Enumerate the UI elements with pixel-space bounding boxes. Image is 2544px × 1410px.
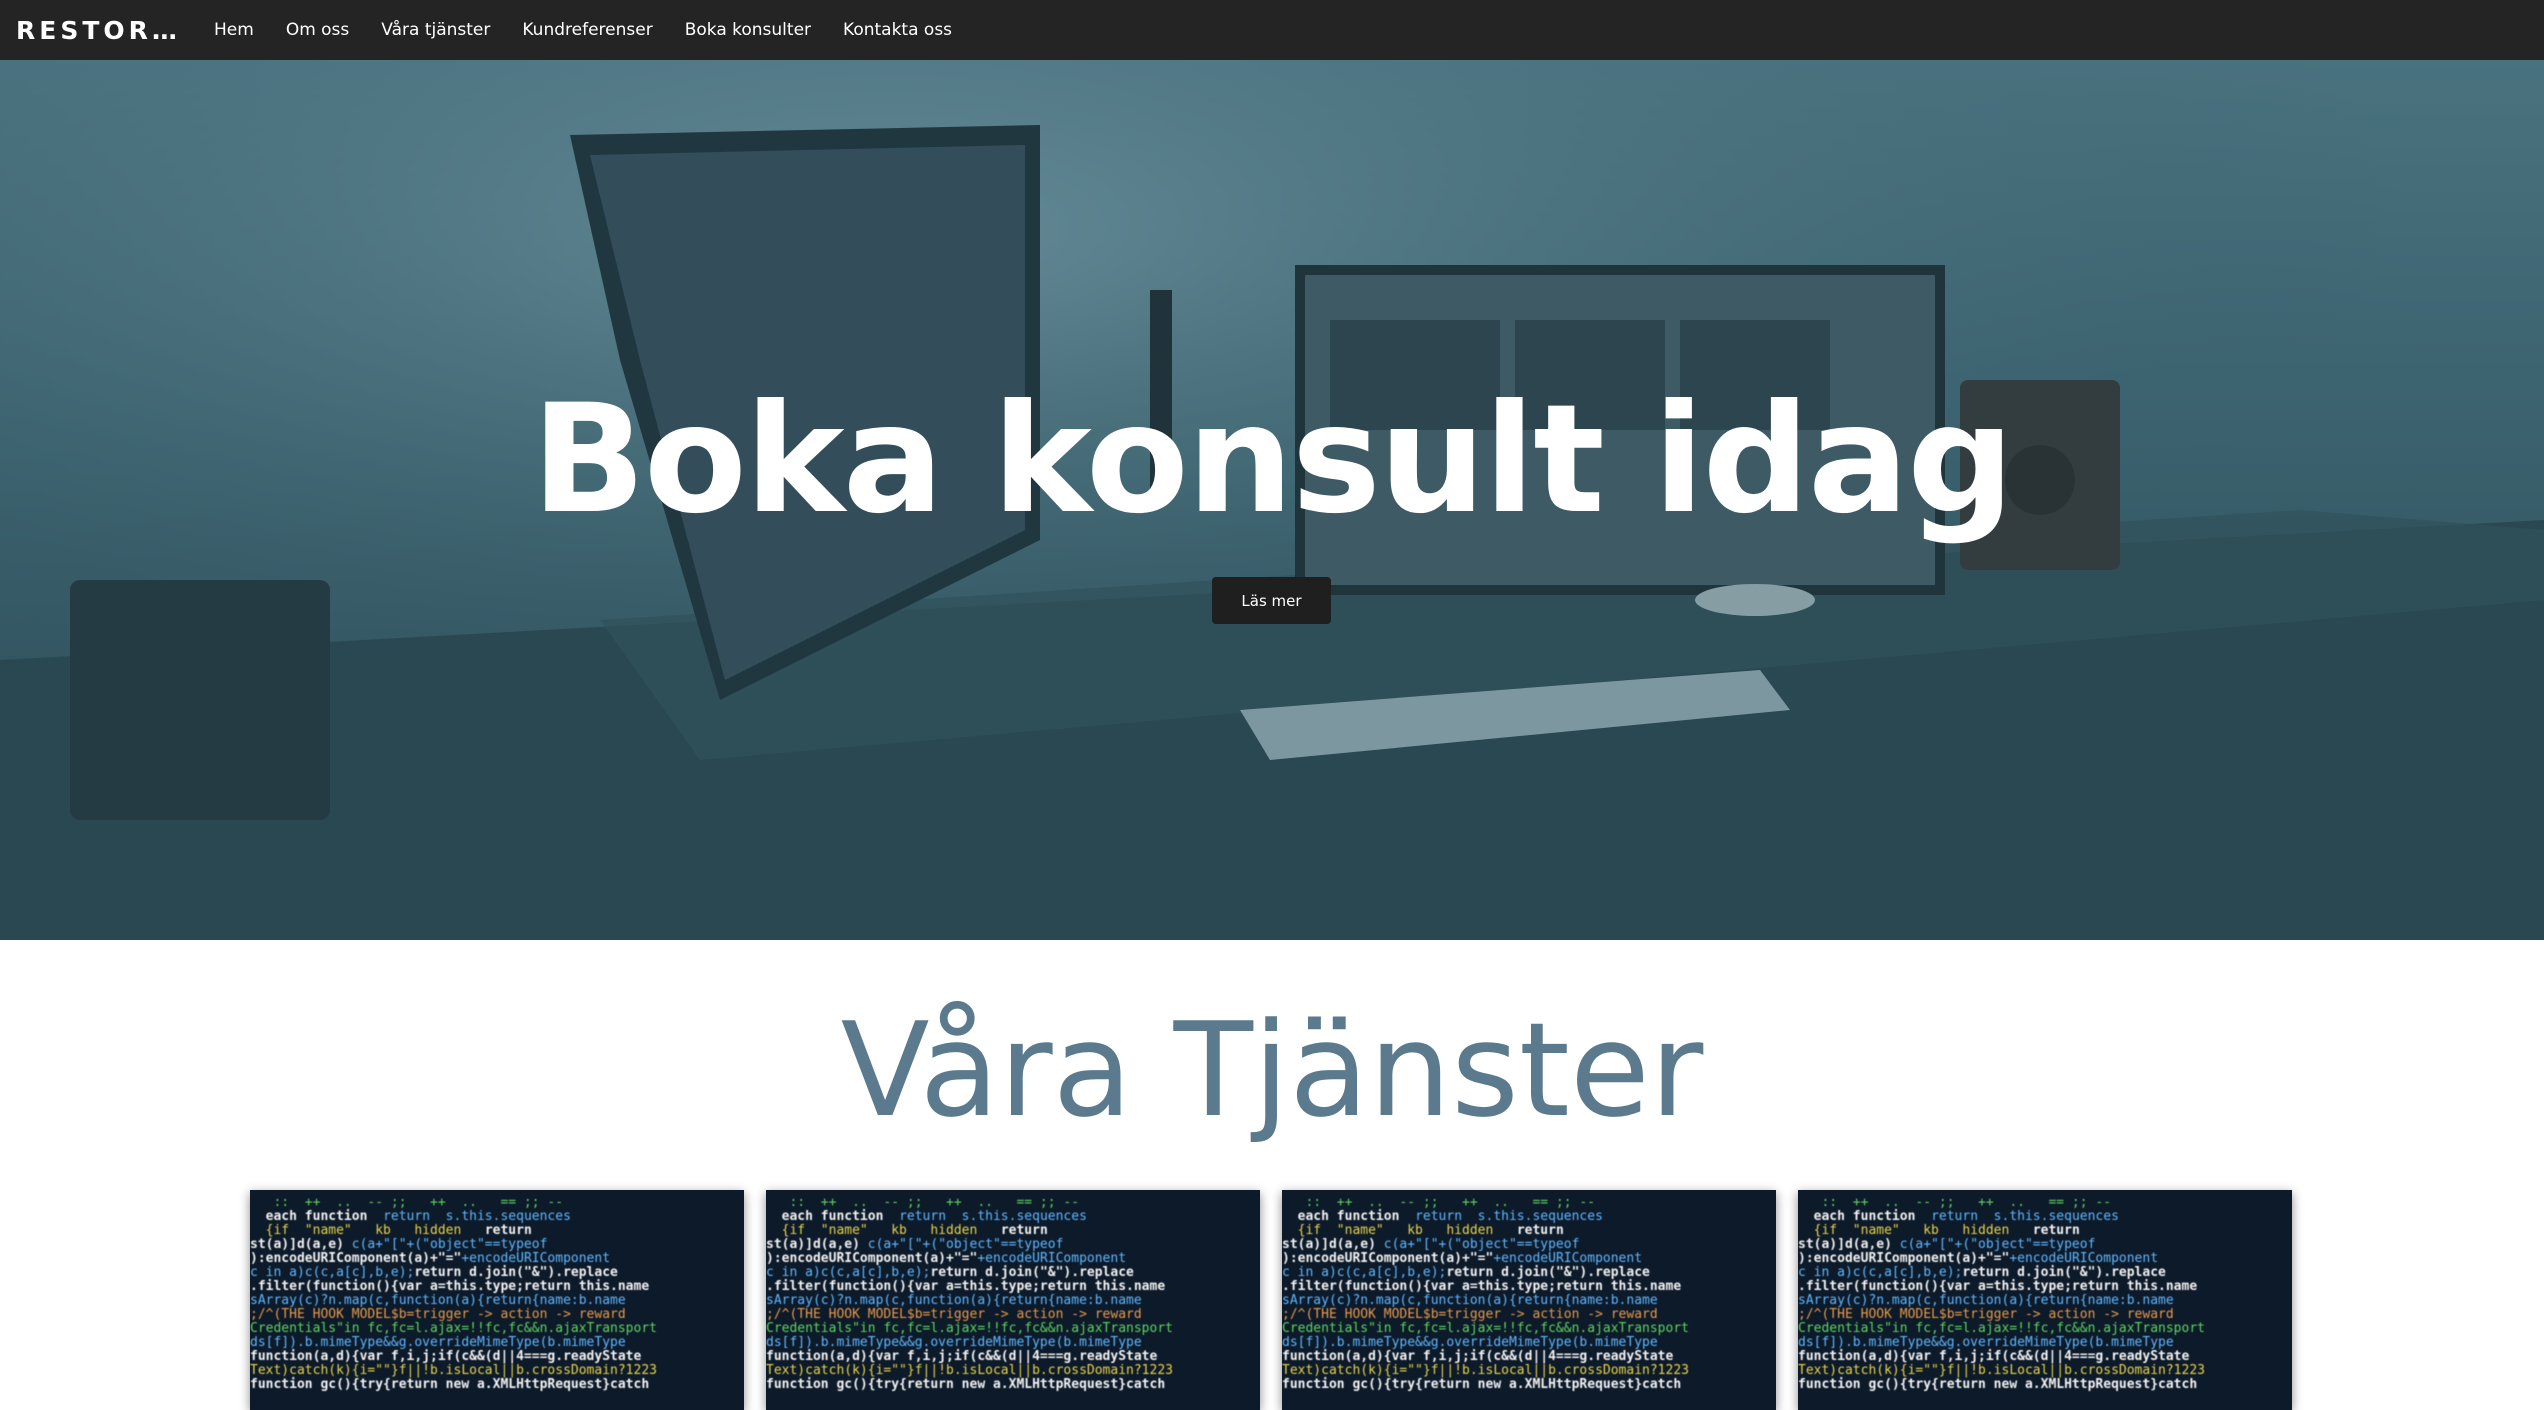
services-cards: :: ++ .. -- ;; ++ .. == ;; -- each funct… bbox=[250, 1190, 2292, 1410]
read-more-button[interactable]: Läs mer bbox=[1212, 577, 1331, 624]
service-card-1[interactable]: :: ++ .. -- ;; ++ .. == ;; -- each funct… bbox=[250, 1190, 744, 1410]
nav-link-kontakta-oss[interactable]: Kontakta oss bbox=[843, 20, 952, 40]
code-screen-image: :: ++ .. -- ;; ++ .. == ;; -- each funct… bbox=[1282, 1195, 1689, 1392]
top-navbar: RESTOR… Hem Om oss Våra tjänster Kundref… bbox=[0, 0, 2544, 60]
nav-link-boka-konsulter[interactable]: Boka konsulter bbox=[685, 20, 811, 40]
hero-title: Boka konsult idag bbox=[531, 373, 2015, 547]
nav-link-kundreferenser[interactable]: Kundreferenser bbox=[522, 20, 652, 40]
hero-section: Boka konsult idag Läs mer bbox=[0, 60, 2544, 940]
nav-link-hem[interactable]: Hem bbox=[214, 20, 254, 40]
code-screen-image: :: ++ .. -- ;; ++ .. == ;; -- each funct… bbox=[250, 1195, 657, 1392]
code-screen-image: :: ++ .. -- ;; ++ .. == ;; -- each funct… bbox=[766, 1195, 1173, 1392]
nav-links: Hem Om oss Våra tjänster Kundreferenser … bbox=[214, 20, 984, 40]
service-card-2[interactable]: :: ++ .. -- ;; ++ .. == ;; -- each funct… bbox=[766, 1190, 1260, 1410]
code-screen-image: :: ++ .. -- ;; ++ .. == ;; -- each funct… bbox=[1798, 1195, 2205, 1392]
services-title: Våra Tjänster bbox=[840, 994, 1704, 1146]
brand-logo[interactable]: RESTOR… bbox=[16, 16, 186, 45]
service-card-4[interactable]: :: ++ .. -- ;; ++ .. == ;; -- each funct… bbox=[1798, 1190, 2292, 1410]
nav-link-om-oss[interactable]: Om oss bbox=[286, 20, 349, 40]
nav-link-vara-tjanster[interactable]: Våra tjänster bbox=[381, 20, 490, 40]
service-card-3[interactable]: :: ++ .. -- ;; ++ .. == ;; -- each funct… bbox=[1282, 1190, 1776, 1410]
